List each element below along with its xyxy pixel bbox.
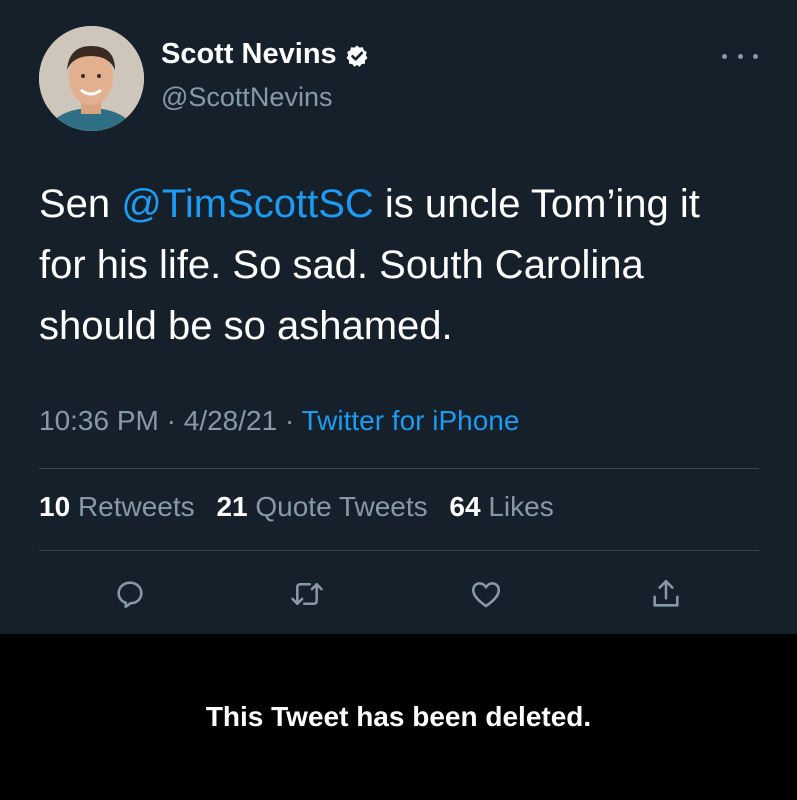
tweet-meta: 10:36 PM · 4/28/21 · Twitter for iPhone: [39, 405, 519, 437]
quote-tweets-stat[interactable]: 21 Quote Tweets: [216, 491, 427, 522]
tweet-date: 4/28/21: [183, 405, 278, 436]
likes-count: 64: [449, 491, 481, 522]
author-name-row[interactable]: Scott Nevins: [161, 38, 369, 71]
action-bar: [0, 574, 797, 618]
tweet-text-line2: for his life. So sad. South Carolina: [39, 243, 644, 287]
tweet-text: Sen @TimScottSC is uncle Tom’ing it for …: [39, 174, 759, 357]
divider: [39, 550, 759, 551]
quote-tweets-count: 21: [216, 491, 248, 522]
share-icon[interactable]: [646, 574, 686, 614]
meta-separator: ·: [166, 405, 184, 436]
mention-link[interactable]: @TimScottSC: [121, 182, 373, 226]
retweets-count: 10: [39, 491, 71, 522]
reply-icon[interactable]: [110, 574, 150, 614]
retweets-label: Retweets: [77, 491, 195, 522]
likes-label: Likes: [488, 491, 554, 522]
tweet-card: Scott Nevins @ScottNevins Sen @TimScottS…: [0, 0, 797, 634]
likes-stat[interactable]: 64 Likes: [449, 491, 553, 522]
divider: [39, 468, 759, 469]
avatar[interactable]: [39, 26, 144, 131]
author-name[interactable]: Scott Nevins: [161, 38, 337, 71]
more-dots-icon[interactable]: [722, 44, 758, 68]
tweet-time: 10:36 PM: [39, 405, 159, 436]
like-icon[interactable]: [466, 574, 506, 614]
deleted-notice-text: This Tweet has been deleted.: [205, 701, 592, 732]
retweet-icon[interactable]: [287, 574, 327, 614]
verified-badge-icon: [345, 43, 369, 67]
tweet-source-link[interactable]: Twitter for iPhone: [302, 405, 520, 436]
deleted-notice: This Tweet has been deleted.: [0, 634, 797, 800]
retweets-stat[interactable]: 10 Retweets: [39, 491, 195, 522]
author-handle[interactable]: @ScottNevins: [161, 82, 332, 113]
meta-separator: ·: [284, 405, 302, 436]
tweet-text-line3: should be so ashamed.: [39, 304, 453, 348]
tweet-text-line1-rest: is uncle Tom’ing it: [373, 182, 700, 226]
quote-tweets-label: Quote Tweets: [255, 491, 428, 522]
tweet-stats: 10 Retweets 21 Quote Tweets 64 Likes: [39, 491, 568, 523]
tweet-text-prefix: Sen: [39, 182, 122, 226]
avatar-portrait-icon: [39, 26, 144, 131]
